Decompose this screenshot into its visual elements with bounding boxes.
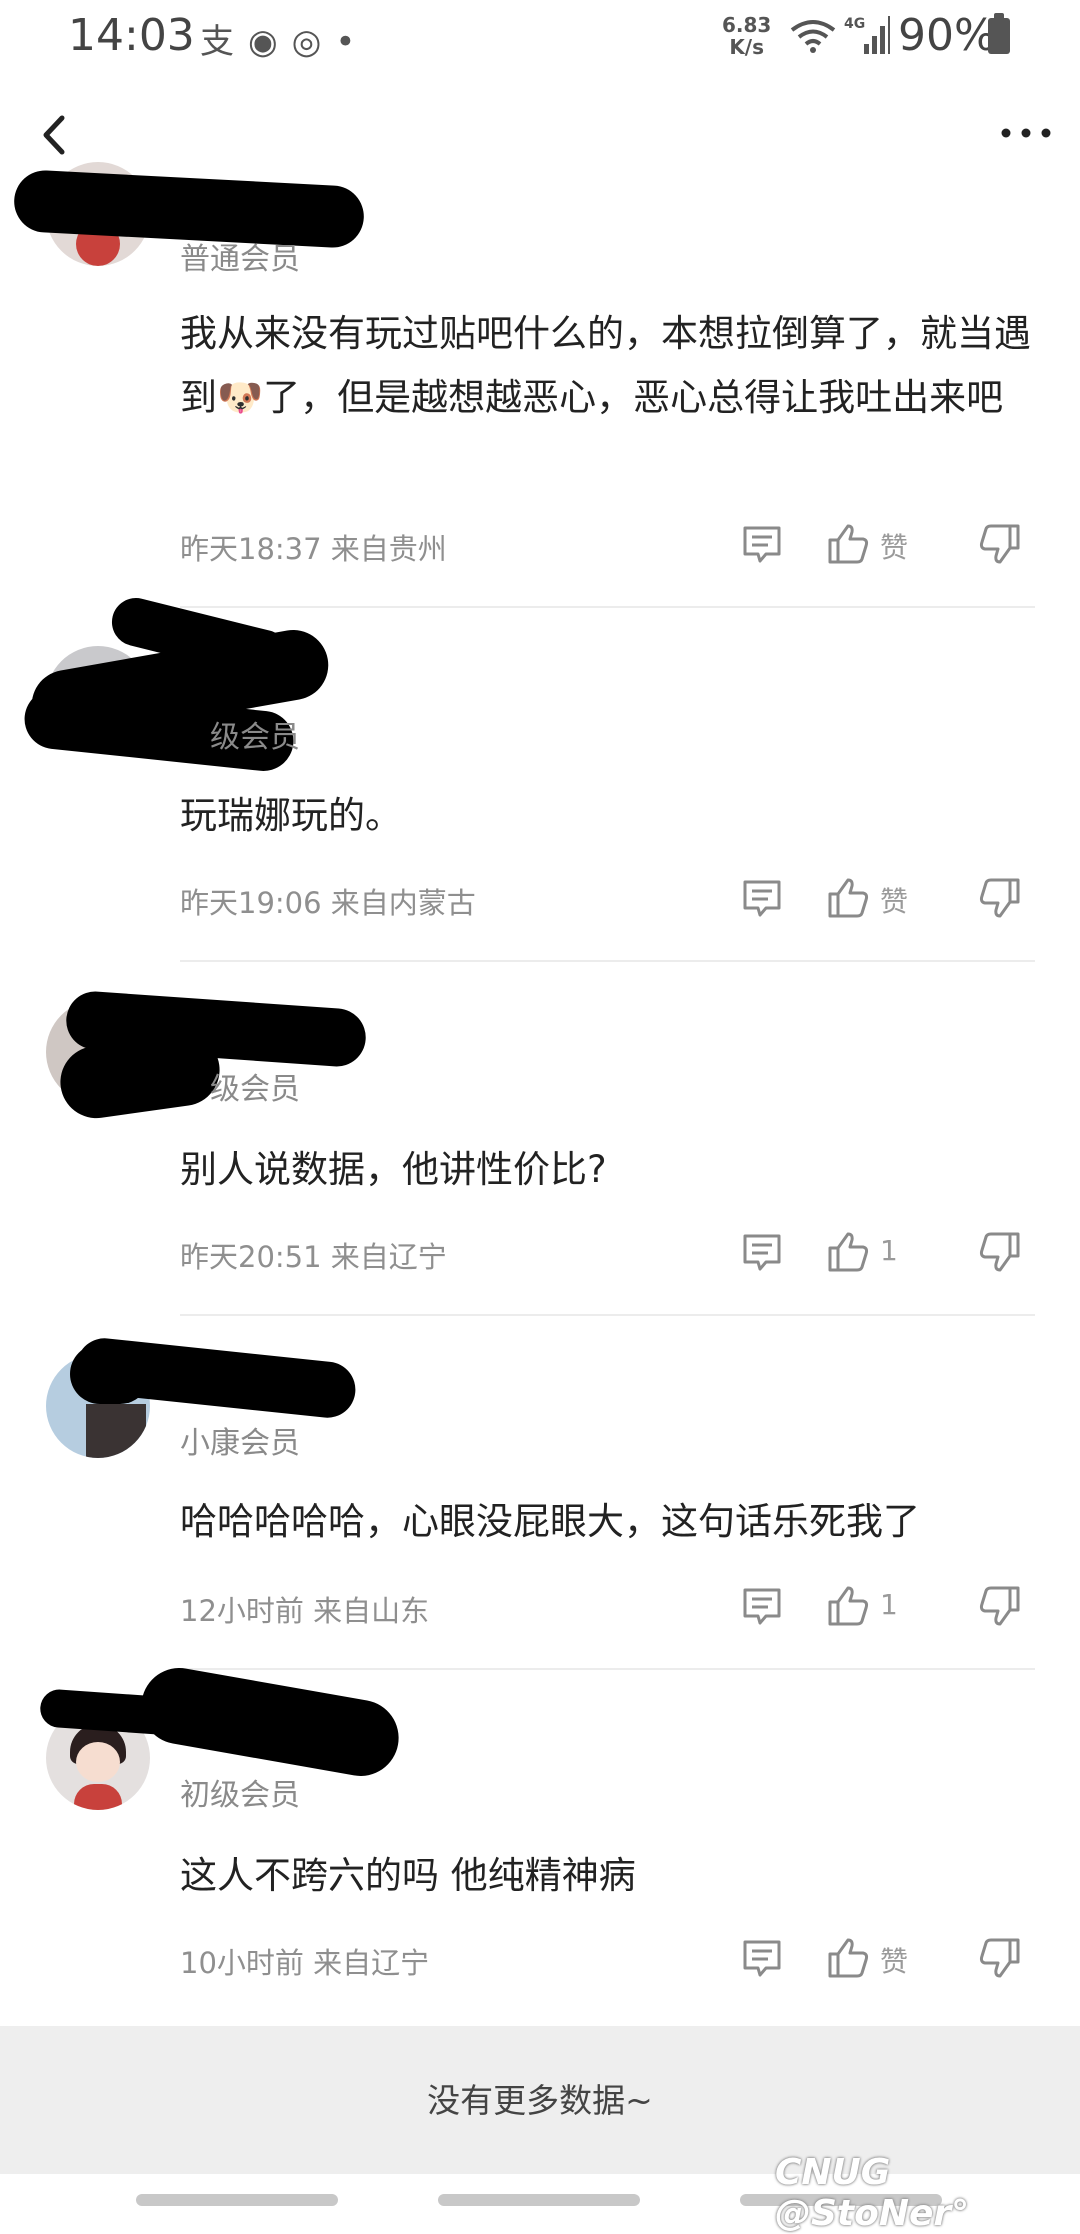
comment-text: 我从来没有玩过贴吧什么的，本想拉倒算了，就当遇到🐶了，但是越想越恶心，恶心总得让… (180, 312, 1031, 419)
comment-time-location: 12小时前 来自山东 (180, 1594, 430, 1628)
dot-icon: • (335, 22, 370, 62)
thumbs-down-icon[interactable] (978, 1230, 1022, 1274)
comment-time-location: 昨天19:06 来自内蒙古 (180, 886, 476, 920)
battery-percent: 90% (898, 10, 996, 61)
comment-text: 这人不跨六的吗 他纯精神病 (180, 1854, 636, 1897)
comment-time-location: 昨天18:37 来自贵州 (180, 532, 447, 566)
status-notification-icons: 支◉◎• (200, 14, 369, 63)
comment-actions: 1 (740, 1230, 1040, 1280)
member-level: 级会员 (210, 720, 300, 755)
status-time: 14:03 (68, 10, 195, 61)
alipay-icon: 支 (200, 22, 248, 62)
thumbs-up-icon (828, 1938, 869, 1978)
thumbs-down-icon[interactable] (978, 522, 1022, 566)
watermark: CNUG @StoNer° (775, 2152, 970, 2234)
like-count: 1 (880, 1234, 898, 1267)
reply-icon[interactable] (740, 1584, 784, 1628)
thumbs-up-icon (828, 1232, 869, 1272)
nav-home-button[interactable] (438, 2194, 640, 2206)
like-count: 赞 (880, 1945, 909, 1978)
like-count: 1 (880, 1588, 898, 1621)
signal-icon: 4G (844, 16, 890, 54)
reply-icon[interactable] (740, 522, 784, 566)
comment-actions: 赞 (740, 876, 1040, 926)
nav-recents-button[interactable] (136, 2194, 338, 2206)
thumbs-down-icon[interactable] (978, 1936, 1022, 1980)
divider (180, 1668, 1035, 1670)
like-count: 赞 (880, 531, 909, 564)
like-button[interactable]: 1 (826, 1230, 926, 1274)
member-level: 级会员 (210, 1072, 300, 1107)
comment-actions: 1 (740, 1584, 1040, 1634)
reply-icon[interactable] (740, 1230, 784, 1274)
divider (180, 606, 1035, 608)
divider (180, 960, 1035, 962)
back-button[interactable] (34, 110, 74, 160)
like-count: 赞 (880, 885, 909, 918)
divider (180, 1314, 1035, 1316)
app-icon-2: ◎ (291, 22, 336, 62)
member-level: 初级会员 (180, 1778, 300, 1813)
member-level: 小康会员 (180, 1426, 300, 1461)
comment-text: 玩瑞娜玩的。 (180, 794, 402, 837)
thumbs-up-icon (828, 524, 869, 564)
net-speed: 6.83 K/s (722, 14, 771, 58)
like-button[interactable]: 赞 (826, 876, 926, 920)
network-type: 4G (844, 16, 865, 32)
more-options-button[interactable] (998, 118, 1054, 148)
member-level: 普通会员 (180, 242, 300, 277)
status-bar: 14:03 支◉◎• 6.83 K/s 4G 90% (0, 0, 1080, 72)
app-icon: ◉ (248, 22, 292, 62)
thumbs-up-icon (828, 878, 869, 918)
redaction-mark (70, 1344, 150, 1404)
redaction-mark (135, 1662, 405, 1782)
thumbs-down-icon[interactable] (978, 876, 1022, 920)
wifi-icon (790, 20, 836, 53)
net-speed-value: 6.83 (722, 13, 772, 37)
comment-actions: 赞 (740, 522, 1040, 572)
like-button[interactable]: 赞 (826, 1936, 926, 1980)
comment-time-location: 昨天20:51 来自辽宁 (180, 1240, 447, 1274)
comment-text: 别人说数据，他讲性价比? (180, 1148, 607, 1191)
reply-icon[interactable] (740, 876, 784, 920)
comment-time-location: 10小时前 来自辽宁 (180, 1946, 430, 1980)
comment-actions: 赞 (740, 1936, 1040, 1986)
thumbs-down-icon[interactable] (978, 1584, 1022, 1628)
no-more-data-text: 没有更多数据~ (427, 2081, 653, 2120)
battery-icon (988, 13, 1010, 54)
reply-icon[interactable] (740, 1936, 784, 1980)
like-button[interactable]: 赞 (826, 522, 926, 566)
redaction-mark (60, 198, 340, 232)
thumbs-up-icon (828, 1586, 869, 1626)
comment-text: 哈哈哈哈哈，心眼没屁眼大，这句话乐死我了 (180, 1500, 920, 1543)
net-speed-unit: K/s (729, 35, 765, 59)
like-button[interactable]: 1 (826, 1584, 926, 1628)
